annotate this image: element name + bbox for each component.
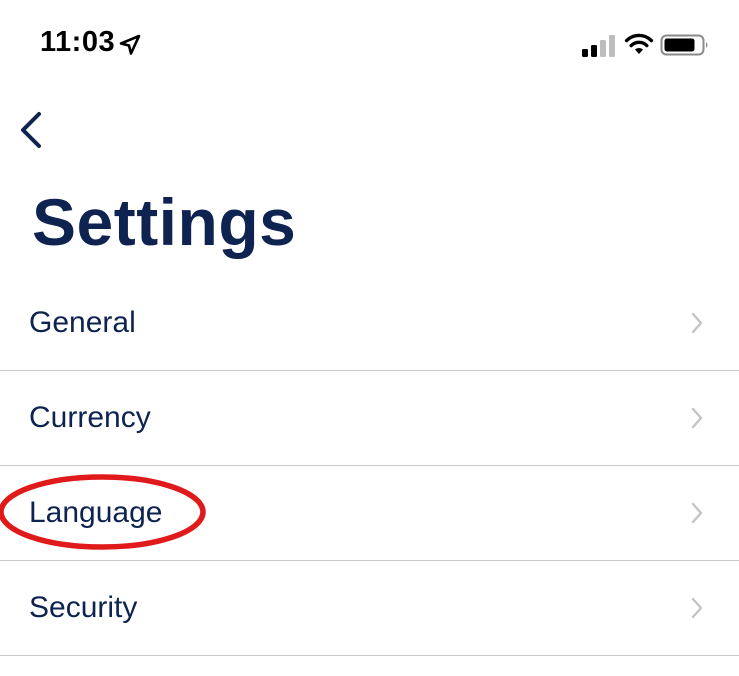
status-time: 11:03 (40, 26, 116, 58)
settings-item-label: Language (29, 496, 163, 529)
settings-item-label: Security (29, 591, 138, 624)
chevron-right-icon (691, 407, 703, 429)
location-arrow-icon (119, 34, 141, 55)
settings-item-security[interactable]: Security (0, 561, 739, 656)
settings-list: General Currency Language Security (0, 276, 739, 656)
chevron-right-icon (691, 312, 703, 334)
settings-item-currency[interactable]: Currency (0, 371, 739, 466)
wifi-icon (624, 33, 654, 54)
chevron-left-icon (21, 112, 41, 148)
chevron-right-icon (691, 502, 703, 524)
cellular-signal-icon (582, 35, 615, 57)
settings-item-label: Currency (29, 401, 151, 434)
status-bar: 11:03 (0, 0, 739, 90)
back-button[interactable] (12, 104, 56, 156)
settings-item-label: General (29, 306, 136, 339)
page-title: Settings (32, 185, 297, 259)
settings-item-general[interactable]: General (0, 276, 739, 371)
settings-item-language[interactable]: Language (0, 466, 739, 561)
battery-icon (660, 34, 708, 56)
chevron-right-icon (691, 597, 703, 619)
